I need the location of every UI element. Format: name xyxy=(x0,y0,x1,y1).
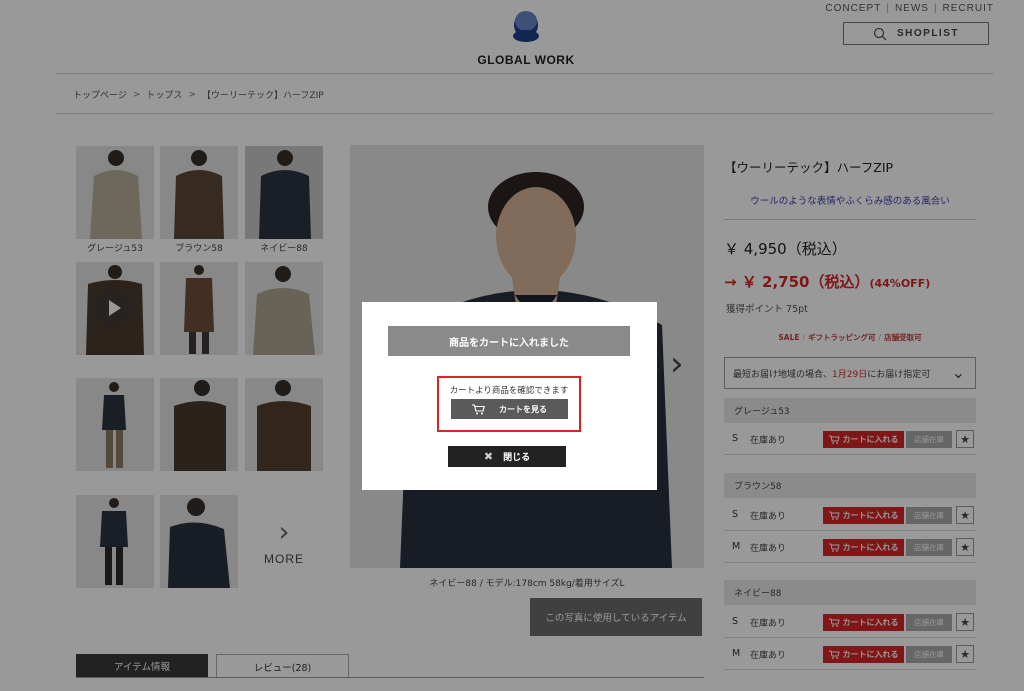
view-cart-button[interactable]: カートを見る xyxy=(451,399,568,419)
cart-icon xyxy=(472,403,485,414)
close-label: 閉じる xyxy=(503,453,531,463)
close-icon: ✖ xyxy=(483,450,494,463)
added-to-cart-modal: 商品をカートに入れました カートより商品を確認できます カートを見る ✖ 閉じる xyxy=(362,302,657,490)
view-cart-label: カートを見る xyxy=(499,404,547,414)
modal-title: 商品をカートに入れました xyxy=(388,326,630,356)
close-button[interactable]: ✖ 閉じる xyxy=(448,446,566,467)
modal-message: カートより商品を確認できます xyxy=(449,386,569,396)
